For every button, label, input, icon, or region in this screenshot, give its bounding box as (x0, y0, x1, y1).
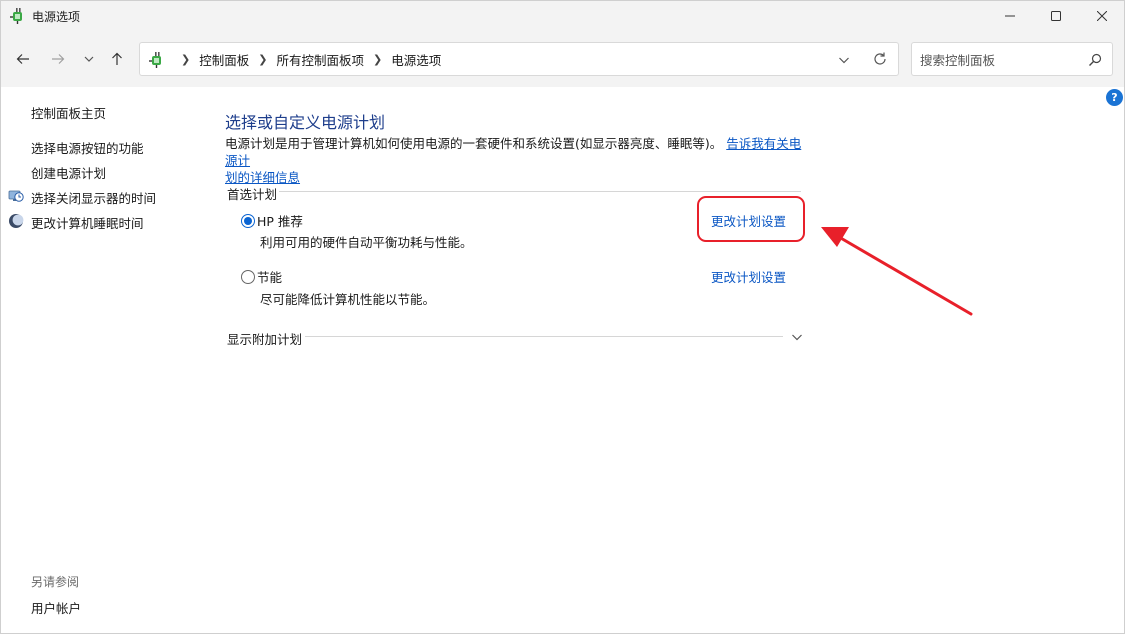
sidebar-item-create-plan[interactable]: 创建电源计划 (31, 163, 106, 182)
moon-icon (8, 213, 24, 229)
power-options-window: 电源选项 ❯ 控制面板 ❯ 所有控制面板项 ❯ 电源选项 搜索控制面板 ? 控制… (0, 0, 1125, 634)
refresh-button[interactable] (872, 51, 888, 67)
monitor-clock-icon (8, 188, 24, 204)
breadcrumb-power-options[interactable]: 电源选项 (391, 50, 441, 69)
power-options-icon (9, 7, 27, 25)
window-title: 电源选项 (32, 10, 81, 24)
plan-name-hp-recommended[interactable]: HP 推荐 (257, 211, 303, 230)
plan-name-power-saver[interactable]: 节能 (257, 267, 282, 286)
chevron-right-icon: ❯ (181, 52, 191, 66)
page-description: 电源计划是用于管理计算机如何使用电源的一套硬件和系统设置(如显示器亮度、睡眠等)… (225, 135, 805, 186)
back-button[interactable] (10, 47, 36, 71)
close-icon (1097, 11, 1107, 21)
chevron-down-icon (84, 56, 94, 62)
arrow-left-icon (16, 54, 29, 64)
preferred-plans-label: 首选计划 (227, 187, 278, 202)
up-button[interactable] (104, 47, 130, 71)
change-plan-settings-link-power-saver[interactable]: 更改计划设置 (711, 267, 786, 286)
breadcrumb-all-items[interactable]: 所有控制面板项 (276, 50, 364, 69)
maximize-button[interactable] (1033, 1, 1079, 31)
sidebar-item-power-button[interactable]: 选择电源按钮的功能 (31, 138, 144, 157)
close-button[interactable] (1079, 1, 1125, 31)
control-panel-icon (148, 51, 166, 69)
breadcrumb: ❯ 控制面板 ❯ 所有控制面板项 ❯ 电源选项 (172, 43, 441, 75)
chevron-down-icon (839, 57, 849, 64)
help-icon[interactable]: ? (1106, 89, 1123, 106)
search-icon[interactable] (1088, 53, 1102, 67)
chevron-right-icon[interactable]: ❯ (258, 53, 267, 66)
section-divider (279, 191, 801, 192)
annotation-highlight-box (697, 196, 805, 242)
arrow-up-icon (112, 52, 122, 65)
refresh-icon (874, 52, 886, 65)
see-also-user-accounts-link[interactable]: 用户帐户 (31, 598, 81, 617)
page-title: 选择或自定义电源计划 (225, 113, 386, 132)
expand-chevron-down-icon[interactable] (791, 331, 803, 343)
search-input[interactable] (920, 50, 1080, 70)
see-also-heading: 另请参阅 (31, 575, 80, 589)
navigation-bar: ❯ 控制面板 ❯ 所有控制面板项 ❯ 电源选项 (1, 31, 1124, 87)
sidebar-item-display-off-time[interactable]: 选择关闭显示器的时间 (31, 188, 156, 207)
chevron-right-icon[interactable]: ❯ (373, 53, 382, 66)
maximize-icon (1051, 11, 1061, 21)
title-bar: 电源选项 (1, 1, 1124, 31)
plan-description-hp-recommended: 利用可用的硬件自动平衡功耗与性能。 (260, 235, 473, 250)
description-text: 电源计划是用于管理计算机如何使用电源的一套硬件和系统设置(如显示器亮度、睡眠等)… (225, 136, 723, 151)
sidebar-item-control-panel-home[interactable]: 控制面板主页 (31, 103, 106, 122)
forward-button[interactable] (45, 47, 71, 71)
sidebar: 控制面板主页 选择电源按钮的功能 创建电源计划 选择关闭显示器的时间 更改计算机… (1, 87, 201, 634)
address-dropdown-button[interactable] (836, 52, 852, 68)
section-divider (305, 336, 783, 337)
address-bar[interactable]: ❯ 控制面板 ❯ 所有控制面板项 ❯ 电源选项 (139, 42, 899, 76)
learn-more-link-part2[interactable]: 划的详细信息 (225, 170, 300, 185)
plan-radio-hp-recommended[interactable] (241, 214, 255, 228)
recent-locations-button[interactable] (76, 47, 102, 71)
sidebar-item-sleep-time[interactable]: 更改计算机睡眠时间 (31, 213, 144, 232)
breadcrumb-control-panel[interactable]: 控制面板 (199, 50, 249, 69)
show-additional-plans-label[interactable]: 显示附加计划 (227, 329, 302, 348)
minimize-icon (1005, 15, 1015, 17)
search-box[interactable] (911, 42, 1113, 76)
minimize-button[interactable] (987, 1, 1033, 31)
plan-description-power-saver: 尽可能降低计算机性能以节能。 (260, 292, 436, 307)
plan-radio-power-saver[interactable] (241, 270, 255, 284)
arrow-right-icon (52, 54, 65, 64)
